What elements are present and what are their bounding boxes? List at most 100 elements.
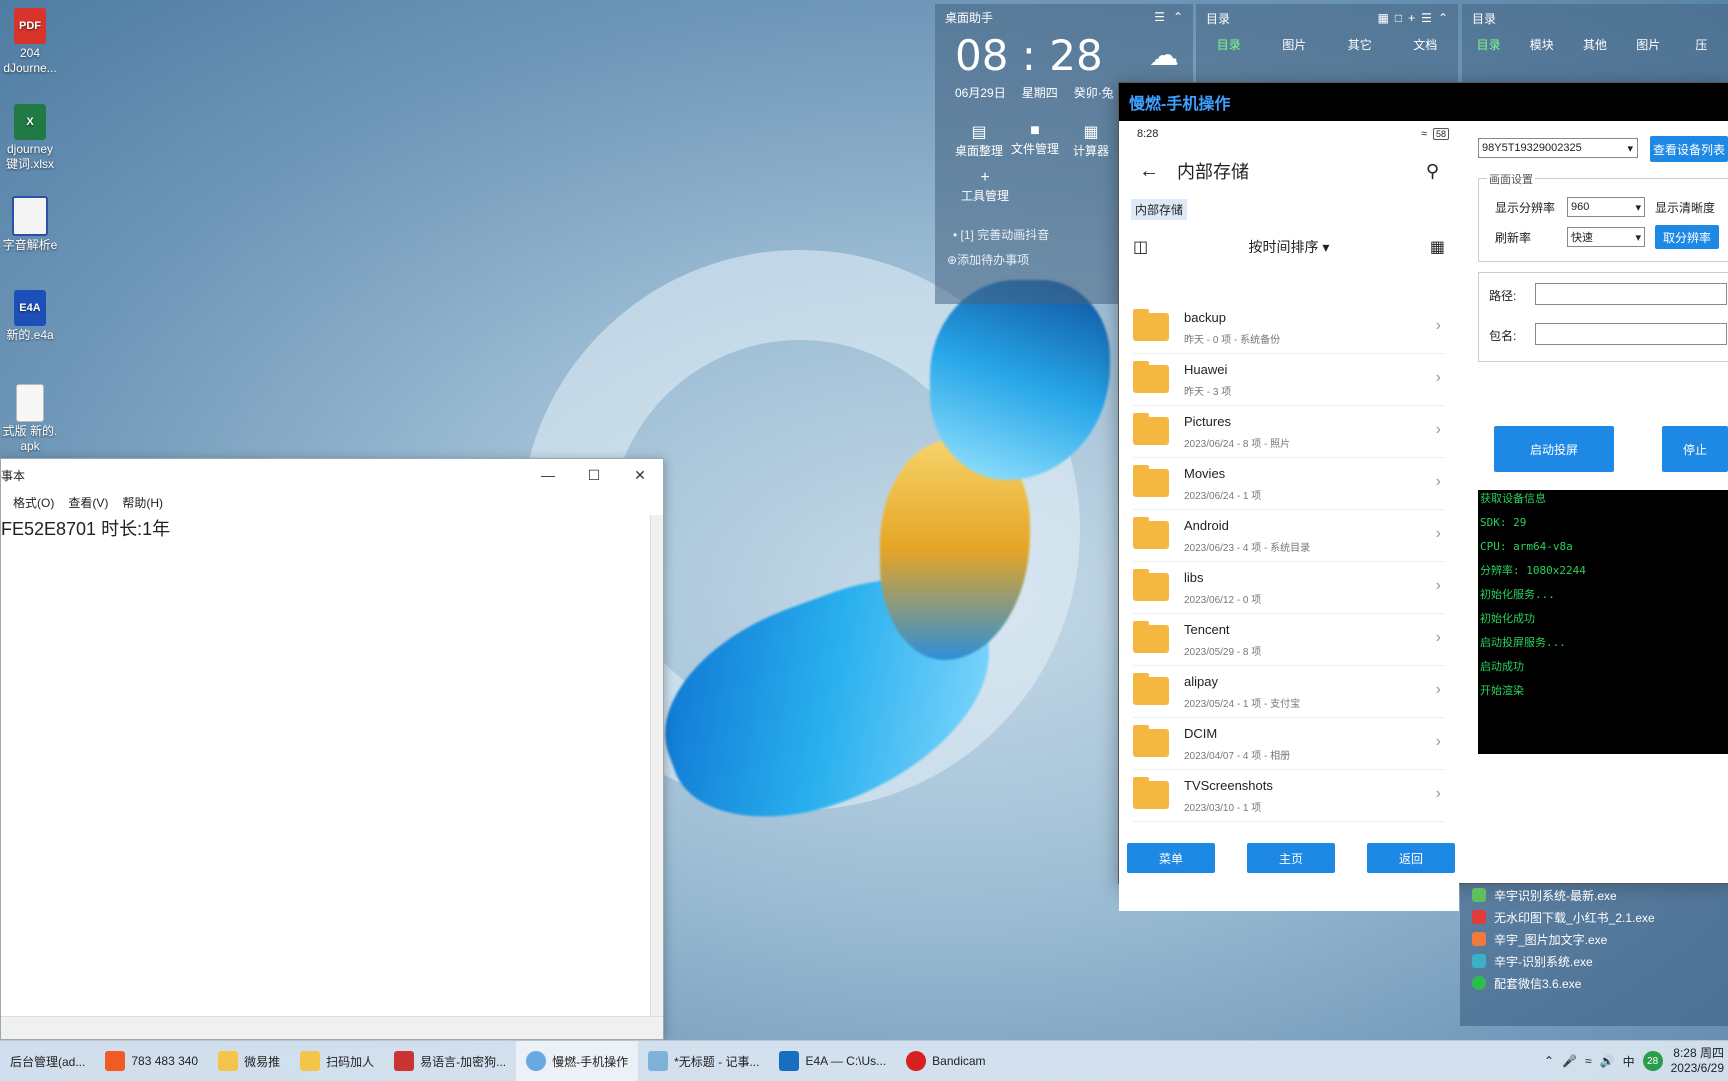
new-folder-icon[interactable]: ◫	[1133, 237, 1148, 257]
tab-images[interactable]: 图片	[1622, 36, 1675, 53]
folder-row[interactable]: Android 2023/06/23 - 4 项 - 系统目录 ›	[1133, 509, 1445, 562]
calculator-icon: ▦	[1083, 124, 1099, 141]
folder-row[interactable]: DCIM 2023/04/07 - 4 项 - 相册 ›	[1133, 717, 1445, 770]
chevron-right-icon: ›	[1435, 629, 1441, 646]
todo-text: [1] 完善动画抖音	[960, 228, 1050, 242]
folder-row[interactable]: Movies 2023/06/24 - 1 项 ›	[1133, 457, 1445, 510]
tool-manage[interactable]: + 工具管理	[935, 169, 1015, 204]
folder-meta: 昨天 - 0 项 - 系统备份	[1184, 335, 1281, 346]
file-item[interactable]: 无水印图下载_小红书_2.1.exe	[1460, 906, 1728, 928]
file-item[interactable]: 辛宇_图片加文字.exe	[1460, 928, 1728, 950]
cancel-resolution-button[interactable]: 取分辨率	[1655, 225, 1719, 249]
back-arrow-icon[interactable]: ←	[1139, 160, 1159, 183]
volume-icon[interactable]: 🔊	[1600, 1054, 1615, 1068]
taskbar-item[interactable]: E4A — C:\Us...	[769, 1041, 896, 1081]
folder-row[interactable]: Huawei 昨天 - 3 项 ›	[1133, 353, 1445, 406]
view-devices-button[interactable]: 查看设备列表	[1650, 136, 1728, 162]
menu-icon[interactable]: ☰	[1154, 10, 1165, 24]
taskbar-item[interactable]: 783 483 340	[95, 1041, 208, 1081]
desktop-icon-pdf[interactable]: PDF 204 dJourne...	[0, 8, 60, 76]
chevron-up-icon[interactable]: ⌃	[1438, 11, 1448, 25]
taskbar-item[interactable]: 微易推	[208, 1041, 290, 1081]
return-button[interactable]: 返回	[1367, 843, 1455, 873]
taskbar-item[interactable]: 后台管理(ad...	[0, 1041, 95, 1081]
input-language[interactable]: 中	[1623, 1053, 1635, 1070]
taskbar-item[interactable]: 易语言-加密狗...	[384, 1041, 516, 1081]
desktop-icon-apk[interactable]: 式版 新的. apk	[0, 384, 60, 454]
file-item[interactable]: 配套微信3.6.exe	[1460, 972, 1728, 994]
log-line: SDK: 29	[1480, 516, 1527, 529]
stop-button[interactable]: 停止	[1662, 426, 1728, 472]
menu-format[interactable]: 格式(O)	[13, 494, 54, 511]
grid-icon[interactable]: ▦	[1378, 11, 1389, 25]
tab-other[interactable]: 其他	[1568, 36, 1621, 53]
desktop-icon-parser[interactable]: 字音解析e	[0, 196, 60, 253]
tab-more[interactable]: 压	[1675, 36, 1728, 53]
phone-screen[interactable]: 8:28 ≈ 58 ← 内部存储 ⚲ 内部存储 ◫ 按时间排序 ▾ ▦ back…	[1119, 121, 1459, 911]
sort-dropdown[interactable]: 按时间排序 ▾	[1148, 237, 1430, 257]
tool-desktop-organize[interactable]: ▤ 桌面整理	[951, 122, 1007, 159]
tab-catalog[interactable]: 目录	[1196, 36, 1262, 53]
folder-row[interactable]: Pictures 2023/06/24 - 8 项 - 照片 ›	[1133, 405, 1445, 458]
tab-images[interactable]: 图片	[1262, 36, 1328, 53]
tool-file-manager[interactable]: ■ 文件管理	[1007, 122, 1063, 159]
notepad-text-area[interactable]: FE52E8701 时长:1年	[1, 515, 651, 1017]
plus-icon[interactable]: +	[1408, 11, 1415, 25]
resolution-select[interactable]: 960 ▾	[1567, 197, 1645, 217]
microphone-icon[interactable]: 🎤	[1562, 1054, 1577, 1068]
chevron-up-icon[interactable]: ⌃	[1173, 10, 1183, 24]
file-item[interactable]: 辛宇识别系统-最新.exe	[1460, 884, 1728, 906]
taskbar-clock[interactable]: 8:28 周四 2023/6/29	[1671, 1046, 1724, 1076]
chevron-right-icon: ›	[1435, 681, 1441, 698]
tool-label: 文件管理	[1010, 142, 1059, 156]
start-cast-button[interactable]: 启动投屏	[1494, 426, 1614, 472]
tab-catalog[interactable]: 目录	[1462, 36, 1515, 53]
desktop-icon-label: dJourne...	[3, 61, 57, 75]
breadcrumb[interactable]: 内部存储	[1131, 198, 1188, 220]
minimize-icon[interactable]: —	[525, 467, 571, 483]
maximize-icon[interactable]: ☐	[571, 467, 617, 484]
taskbar-label: 后台管理(ad...	[10, 1054, 86, 1069]
tool-calculator[interactable]: ▦ 计算器	[1063, 122, 1119, 159]
notepad-scrollbar[interactable]	[650, 515, 663, 1017]
folder-row[interactable]: TVScreenshots 2023/03/10 - 1 项 ›	[1133, 769, 1445, 822]
home-button[interactable]: 主页	[1247, 843, 1335, 873]
network-icon[interactable]: ≈	[1585, 1054, 1592, 1068]
desktop-icon-e4a[interactable]: E4A 新的.e4a	[0, 290, 60, 343]
notepad-statusbar	[1, 1016, 663, 1039]
app-icon	[779, 1051, 800, 1071]
package-input[interactable]	[1535, 323, 1727, 345]
taskbar-item[interactable]: *无标题 - 记事...	[638, 1041, 769, 1081]
folder-icon	[1133, 725, 1169, 757]
folder-row[interactable]: Tencent 2023/05/29 - 8 项 ›	[1133, 613, 1445, 666]
lock-icon[interactable]: □	[1395, 11, 1402, 25]
folder-row[interactable]: alipay 2023/05/24 - 1 项 - 支付宝 ›	[1133, 665, 1445, 718]
desktop-icon-label: 式版 新的.	[2, 424, 58, 438]
taskbar-item[interactable]: 扫码加人	[290, 1041, 384, 1081]
refresh-select[interactable]: 快速 ▾	[1567, 227, 1645, 247]
menu-button[interactable]: 菜单	[1127, 843, 1215, 873]
close-icon[interactable]: ✕	[617, 467, 663, 484]
menu-icon[interactable]: ☰	[1421, 11, 1432, 25]
folder-row[interactable]: libs 2023/06/12 - 0 项 ›	[1133, 561, 1445, 614]
chevron-up-icon[interactable]: ⌃	[1544, 1054, 1554, 1068]
menu-help[interactable]: 帮助(H)	[122, 494, 163, 511]
grid-view-icon[interactable]: ▦	[1430, 237, 1445, 257]
folder-meta: 2023/04/07 - 4 项 - 相册	[1184, 751, 1291, 762]
tab-other[interactable]: 其它	[1327, 36, 1393, 53]
path-input[interactable]	[1535, 283, 1727, 305]
search-icon[interactable]: ⚲	[1426, 161, 1439, 182]
taskbar-item[interactable]: 慢燃-手机操作	[516, 1041, 639, 1081]
phone-window-titlebar: 慢燃-手机操作	[1119, 83, 1728, 121]
taskbar-item[interactable]: Bandicam	[896, 1041, 995, 1081]
device-select[interactable]: 98Y5T19329002325 ▾	[1478, 138, 1638, 158]
file-item[interactable]: 辛宇-识别系统.exe	[1460, 950, 1728, 972]
menu-view[interactable]: 查看(V)	[68, 494, 108, 511]
display-settings-group: 画面设置 显示分辨率 960 ▾ 显示清晰度 刷新率 快速 ▾ 取分辨率	[1478, 171, 1728, 262]
file-name: 辛宇识别系统-最新.exe	[1494, 888, 1617, 903]
tab-modules[interactable]: 模块	[1515, 36, 1568, 53]
alipay-folder-icon	[1133, 673, 1169, 705]
tab-docs[interactable]: 文档	[1393, 36, 1459, 53]
folder-row[interactable]: backup 昨天 - 0 项 - 系统备份 ›	[1133, 301, 1445, 354]
desktop-icon-xlsx[interactable]: X djourney 键词.xlsx	[0, 104, 60, 172]
